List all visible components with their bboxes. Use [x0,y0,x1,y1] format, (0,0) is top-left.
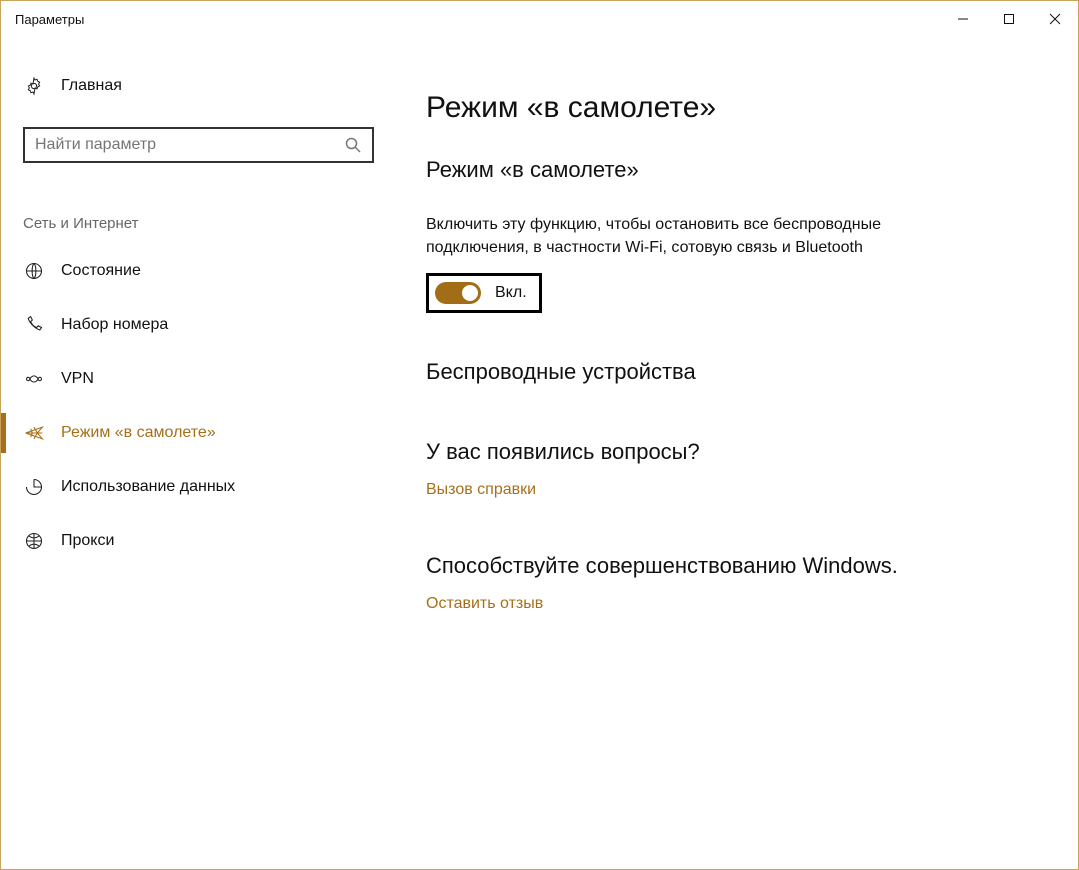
close-button[interactable] [1032,3,1078,35]
airplane-mode-toggle-highlight: Вкл. [426,273,542,313]
nav-label: Состояние [61,262,141,280]
titlebar: Параметры [1,1,1078,37]
nav-item-vpn[interactable]: VPN [1,352,396,406]
airplane-mode-toggle[interactable] [435,282,481,304]
globe-icon [23,530,45,552]
nav-label: Набор номера [61,316,168,334]
toggle-state-label: Вкл. [495,284,527,302]
search-box[interactable] [23,127,374,163]
nav-item-dialup[interactable]: Набор номера [1,298,396,352]
sidebar: Главная Сеть и Интернет Состояние [1,37,396,869]
section-title-wireless: Беспроводные устройства [426,359,1028,385]
window-body: Главная Сеть и Интернет Состояние [1,37,1078,869]
help-link[interactable]: Вызов справки [426,481,536,499]
home-label: Главная [61,77,122,95]
feedback-title: Способствуйте совершенствованию Windows. [426,553,1028,579]
page-title: Режим «в самолете» [426,91,1028,125]
nav-item-data-usage[interactable]: Использование данных [1,460,396,514]
globe-grid-icon [23,260,45,282]
search-input[interactable] [35,136,344,154]
airplane-description: Включить эту функцию, чтобы остановить в… [426,213,986,259]
help-title: У вас появились вопросы? [426,439,1028,465]
feedback-link[interactable]: Оставить отзыв [426,595,543,613]
home-button[interactable]: Главная [1,67,396,105]
nav-label: Режим «в самолете» [61,424,216,442]
search-icon [344,136,362,154]
maximize-button[interactable] [986,3,1032,35]
nav-list: Состояние Набор номера VPN [1,244,396,568]
nav-item-status[interactable]: Состояние [1,244,396,298]
data-usage-icon [23,476,45,498]
window-title: Параметры [15,12,940,27]
nav-label: VPN [61,370,94,388]
nav-label: Прокси [61,532,114,550]
vpn-icon [23,368,45,390]
nav-label: Использование данных [61,478,235,496]
section-title-airplane: Режим «в самолете» [426,157,1028,183]
gear-icon [23,75,45,97]
airplane-icon [23,422,45,444]
window-controls [940,3,1078,35]
nav-item-proxy[interactable]: Прокси [1,514,396,568]
phone-icon [23,314,45,336]
category-title: Сеть и Интернет [23,215,396,232]
main-content: Режим «в самолете» Режим «в самолете» Вк… [396,37,1078,869]
toggle-knob [462,285,478,301]
settings-window: Параметры Главная [0,0,1079,870]
nav-item-airplane-mode[interactable]: Режим «в самолете» [1,406,396,460]
minimize-button[interactable] [940,3,986,35]
